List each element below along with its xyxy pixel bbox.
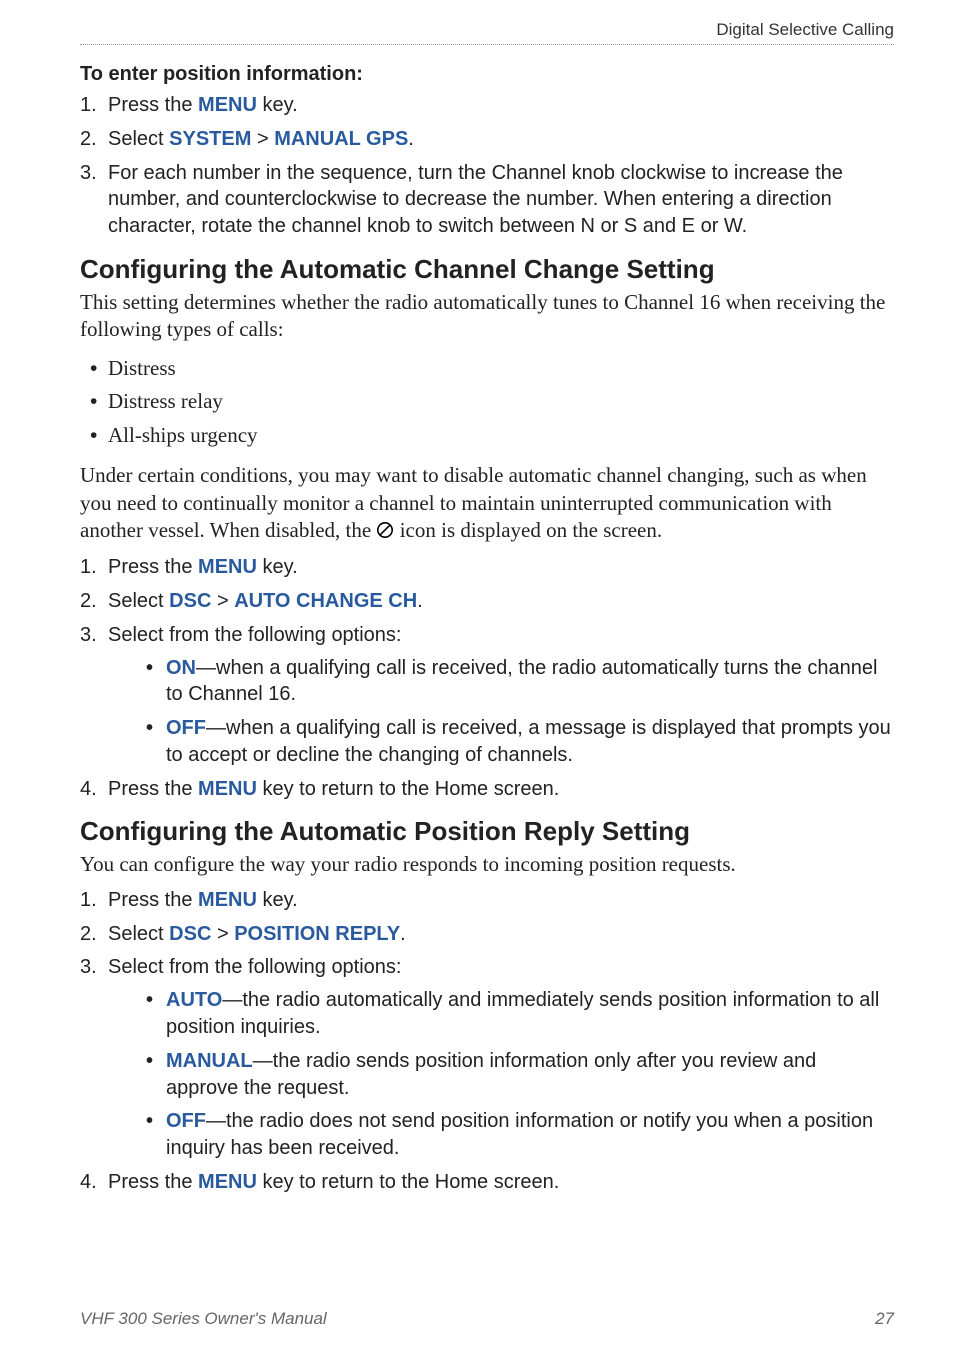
position-reply-intro: You can configure the way your radio res… [80, 851, 894, 878]
heading-auto-position-reply: Configuring the Automatic Position Reply… [80, 816, 894, 847]
option-on: •ON—when a qualifying call is received, … [108, 655, 894, 709]
menu-term: SYSTEM [169, 128, 251, 150]
enter-position-steps: 1.Press the MENU key. 2.Select SYSTEM > … [80, 92, 894, 240]
menu-term: DSC [169, 590, 211, 612]
option-manual: •MANUAL—the radio sends position informa… [108, 1048, 894, 1102]
step-1: 1.Press the MENU key. [80, 554, 894, 581]
step-3: 3.Select from the following options: •AU… [80, 954, 894, 1162]
step-2: 2.Select DSC > POSITION REPLY. [80, 921, 894, 948]
call-types-list: Distress Distress relay All-ships urgenc… [80, 352, 894, 453]
section-label: Digital Selective Calling [716, 20, 894, 39]
menu-term: AUTO CHANGE CH [234, 590, 417, 612]
step-1: 1.Press the MENU key. [80, 887, 894, 914]
menu-term: MENU [198, 94, 257, 116]
heading-auto-channel-change: Configuring the Automatic Channel Change… [80, 254, 894, 285]
menu-term: OFF [166, 1110, 206, 1132]
step-2: 2.Select SYSTEM > MANUAL GPS. [80, 126, 894, 153]
step-4: 4.Press the MENU key to return to the Ho… [80, 1169, 894, 1196]
step-4: 4.Press the MENU key to return to the Ho… [80, 776, 894, 803]
page-footer: VHF 300 Series Owner's Manual 27 [80, 1309, 894, 1329]
step-1: 1.Press the MENU key. [80, 92, 894, 119]
option-off: •OFF—the radio does not send position in… [108, 1108, 894, 1162]
list-item: All-ships urgency [80, 419, 894, 453]
option-auto: •AUTO—the radio automatically and immedi… [108, 987, 894, 1041]
menu-term: MENU [198, 1171, 257, 1193]
step-3: 3.Select from the following options: •ON… [80, 622, 894, 769]
list-item: Distress relay [80, 385, 894, 419]
menu-term: MENU [198, 556, 257, 578]
position-reply-steps: 1.Press the MENU key. 2.Select DSC > POS… [80, 887, 894, 1196]
menu-term: AUTO [166, 989, 222, 1011]
step-3: 3.For each number in the sequence, turn … [80, 160, 894, 240]
auto-channel-steps: 1.Press the MENU key. 2.Select DSC > AUT… [80, 554, 894, 802]
position-reply-options: •AUTO—the radio automatically and immedi… [108, 987, 894, 1162]
option-off: •OFF—when a qualifying call is received,… [108, 715, 894, 769]
menu-term: OFF [166, 717, 206, 739]
auto-channel-intro: This setting determines whether the radi… [80, 289, 894, 344]
list-item: Distress [80, 352, 894, 386]
menu-term: MENU [198, 778, 257, 800]
auto-channel-options: •ON—when a qualifying call is received, … [108, 655, 894, 769]
page-header: Digital Selective Calling [80, 20, 894, 45]
section-to-enter-position: To enter position information: [80, 63, 894, 86]
disabled-icon [376, 519, 394, 546]
menu-term: POSITION REPLY [234, 923, 400, 945]
step-2: 2.Select DSC > AUTO CHANGE CH. [80, 588, 894, 615]
menu-term: DSC [169, 923, 211, 945]
manual-title: VHF 300 Series Owner's Manual [80, 1309, 327, 1329]
menu-term: MANUAL GPS [274, 128, 408, 150]
menu-term: ON [166, 657, 196, 679]
auto-channel-explain: Under certain conditions, you may want t… [80, 462, 894, 546]
page-number: 27 [875, 1309, 894, 1329]
menu-term: MANUAL [166, 1050, 253, 1072]
menu-term: MENU [198, 889, 257, 911]
